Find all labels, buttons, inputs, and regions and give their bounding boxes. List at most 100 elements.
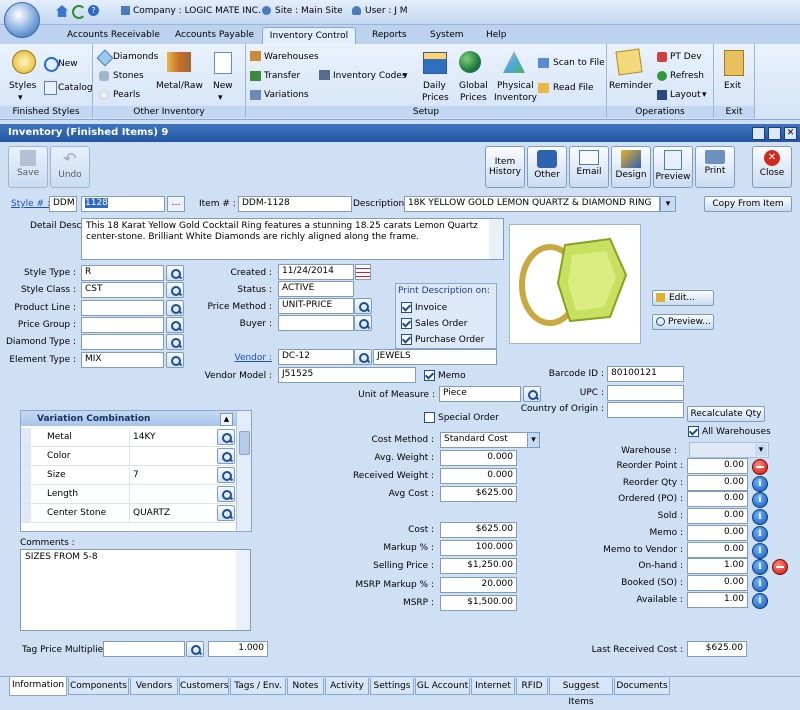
tab-reports[interactable]: Reports xyxy=(372,30,407,40)
tab-inventory-control[interactable]: Inventory Control xyxy=(262,27,356,45)
price-group-search-icon[interactable] xyxy=(166,316,184,333)
inventory-codes-dropdown-icon[interactable]: ▾ xyxy=(403,71,408,81)
metal-raw-button[interactable]: Metal/Raw xyxy=(156,81,203,91)
preview-button[interactable]: Preview xyxy=(653,146,693,188)
vendor-model-field[interactable]: J51525 xyxy=(278,367,416,383)
tag-price-multiplier-field[interactable] xyxy=(103,641,185,657)
refresh-icon[interactable] xyxy=(72,5,86,19)
bottom-tab-information[interactable]: Information xyxy=(9,677,67,696)
style-class-search-icon[interactable] xyxy=(166,282,184,299)
bottom-tab-documents[interactable]: Documents xyxy=(614,678,670,695)
variation-search-icon[interactable] xyxy=(217,467,235,483)
bottom-tab-components[interactable]: Components xyxy=(68,678,129,695)
multiplier-value-field[interactable]: 1.000 xyxy=(208,641,268,657)
window-maximize-button[interactable] xyxy=(768,127,781,140)
info-icon[interactable]: i xyxy=(752,475,768,492)
variation-collapse-icon[interactable]: ▲ xyxy=(220,413,233,426)
stock-row-field[interactable]: 0.00 xyxy=(687,474,748,491)
diamonds-button[interactable]: Diamonds xyxy=(113,52,158,62)
image-edit-button[interactable]: Edit... xyxy=(652,290,714,306)
style-prefix-field[interactable]: DDM xyxy=(49,196,77,212)
variation-search-icon[interactable] xyxy=(217,505,235,521)
stock-row-field[interactable]: 0.00 xyxy=(687,541,748,558)
style-class-field[interactable]: CST xyxy=(81,282,164,299)
barcode-field[interactable]: 80100121 xyxy=(607,366,684,382)
global-prices-line1[interactable]: Global xyxy=(459,81,488,91)
detail-desc-scrollbar[interactable] xyxy=(489,219,503,259)
inventory-codes-button[interactable]: Inventory Codes xyxy=(333,71,407,81)
remove-icon[interactable] xyxy=(772,559,788,576)
app-orb-icon[interactable] xyxy=(4,2,40,38)
last-received-cost-field[interactable]: $625.00 xyxy=(687,641,747,657)
print-sales-order-checkbox[interactable]: Sales Order xyxy=(401,318,467,329)
read-file-button[interactable]: Read File xyxy=(553,83,594,93)
global-prices-line2[interactable]: Prices xyxy=(460,93,487,103)
exit-button[interactable]: Exit xyxy=(724,81,741,91)
tag-price-search-icon[interactable] xyxy=(186,641,204,657)
cost-row-field[interactable]: $625.00 xyxy=(440,486,517,502)
vendor-field[interactable]: DC-12 xyxy=(278,349,354,365)
memo-checkbox[interactable]: Memo xyxy=(424,370,466,381)
bottom-tab-customers[interactable]: Customers xyxy=(179,678,229,695)
cost-row-field[interactable]: 0.000 xyxy=(440,450,517,466)
physical-inventory-line1[interactable]: Physical xyxy=(497,81,534,91)
styles-button[interactable]: Styles xyxy=(9,81,36,91)
variation-search-icon[interactable] xyxy=(217,486,235,502)
bottom-tab-tags-env[interactable]: Tags / Env. xyxy=(230,678,286,695)
info-icon[interactable]: i xyxy=(752,575,768,592)
comments-scrollbar[interactable] xyxy=(236,550,250,630)
price-row-field[interactable]: 100.000 xyxy=(440,540,517,557)
close-button[interactable]: ✕ Close xyxy=(752,146,792,188)
stock-row-field[interactable]: 0.00 xyxy=(687,574,748,591)
style-lookup-button[interactable]: … xyxy=(167,196,185,212)
layout-dropdown-icon[interactable]: ▾ xyxy=(702,90,707,100)
stones-button[interactable]: Stones xyxy=(113,71,144,81)
bottom-tab-gl-account[interactable]: GL Account xyxy=(415,678,470,695)
stock-row-field[interactable]: 0.00 xyxy=(687,491,748,508)
daily-prices-line2[interactable]: Prices xyxy=(422,93,449,103)
bottom-tab-vendors[interactable]: Vendors xyxy=(130,678,178,695)
vendor-name-field[interactable]: JEWELS xyxy=(373,349,497,365)
cost-row-field[interactable]: 0.000 xyxy=(440,468,517,484)
upc-field[interactable] xyxy=(607,385,684,401)
style-type-search-icon[interactable] xyxy=(166,265,184,281)
price-method-search-icon[interactable] xyxy=(354,298,372,314)
description-dropdown-button[interactable]: ▾ xyxy=(660,196,676,212)
all-warehouses-checkbox[interactable]: All Warehouses xyxy=(688,426,771,437)
tab-help[interactable]: Help xyxy=(486,30,507,40)
layout-button[interactable]: Layout xyxy=(670,90,701,100)
variation-value[interactable]: QUARTZ xyxy=(133,508,170,518)
variation-value[interactable]: 7 xyxy=(133,470,139,480)
style-number-field[interactable]: 1128 xyxy=(81,196,165,212)
bottom-tab-activity[interactable]: Activity xyxy=(325,678,369,695)
bottom-tab-internet[interactable]: Internet xyxy=(471,678,515,695)
pt-dev-button[interactable]: PT Dev xyxy=(670,52,702,62)
new-other-dropdown-icon[interactable]: ▾ xyxy=(218,93,223,103)
print-invoice-checkbox[interactable]: Invoice xyxy=(401,302,447,313)
created-field[interactable]: 11/24/2014 xyxy=(278,264,354,280)
buyer-field[interactable] xyxy=(278,315,354,331)
stock-row-field[interactable]: 1.00 xyxy=(687,558,748,575)
reminder-button[interactable]: Reminder xyxy=(609,81,652,91)
variation-value[interactable]: 14KY xyxy=(133,432,156,442)
catalog-button[interactable]: Catalog xyxy=(58,83,93,93)
daily-prices-line1[interactable]: Daily xyxy=(423,81,446,91)
variation-scrollbar[interactable] xyxy=(236,411,251,531)
vendor-link[interactable]: Vendor : xyxy=(234,353,272,363)
variation-search-icon[interactable] xyxy=(217,429,235,445)
description-field[interactable]: 18K YELLOW GOLD LEMON QUARTZ & DIAMOND R… xyxy=(404,196,660,212)
status-field[interactable]: ACTIVE xyxy=(278,281,354,297)
price-method-field[interactable]: UNIT-PRICE xyxy=(278,298,354,314)
cost-method-dropdown-button[interactable]: ▾ xyxy=(527,432,540,448)
save-button[interactable]: Save xyxy=(8,146,48,188)
copy-from-item-button[interactable]: Copy From Item xyxy=(704,196,792,212)
cost-method-field[interactable]: Standard Cost xyxy=(440,432,528,448)
styles-dropdown-icon[interactable]: ▾ xyxy=(18,93,23,103)
info-icon[interactable]: i xyxy=(752,525,768,542)
stock-row-field[interactable]: 1.00 xyxy=(687,591,748,608)
bottom-tab-rfid[interactable]: RFID xyxy=(516,678,548,695)
price-group-field[interactable] xyxy=(81,316,164,333)
tab-system[interactable]: System xyxy=(430,30,464,40)
bottom-tab-suggest-items[interactable]: Suggest Items xyxy=(549,678,613,707)
element-type-field[interactable]: MIX xyxy=(81,351,164,368)
